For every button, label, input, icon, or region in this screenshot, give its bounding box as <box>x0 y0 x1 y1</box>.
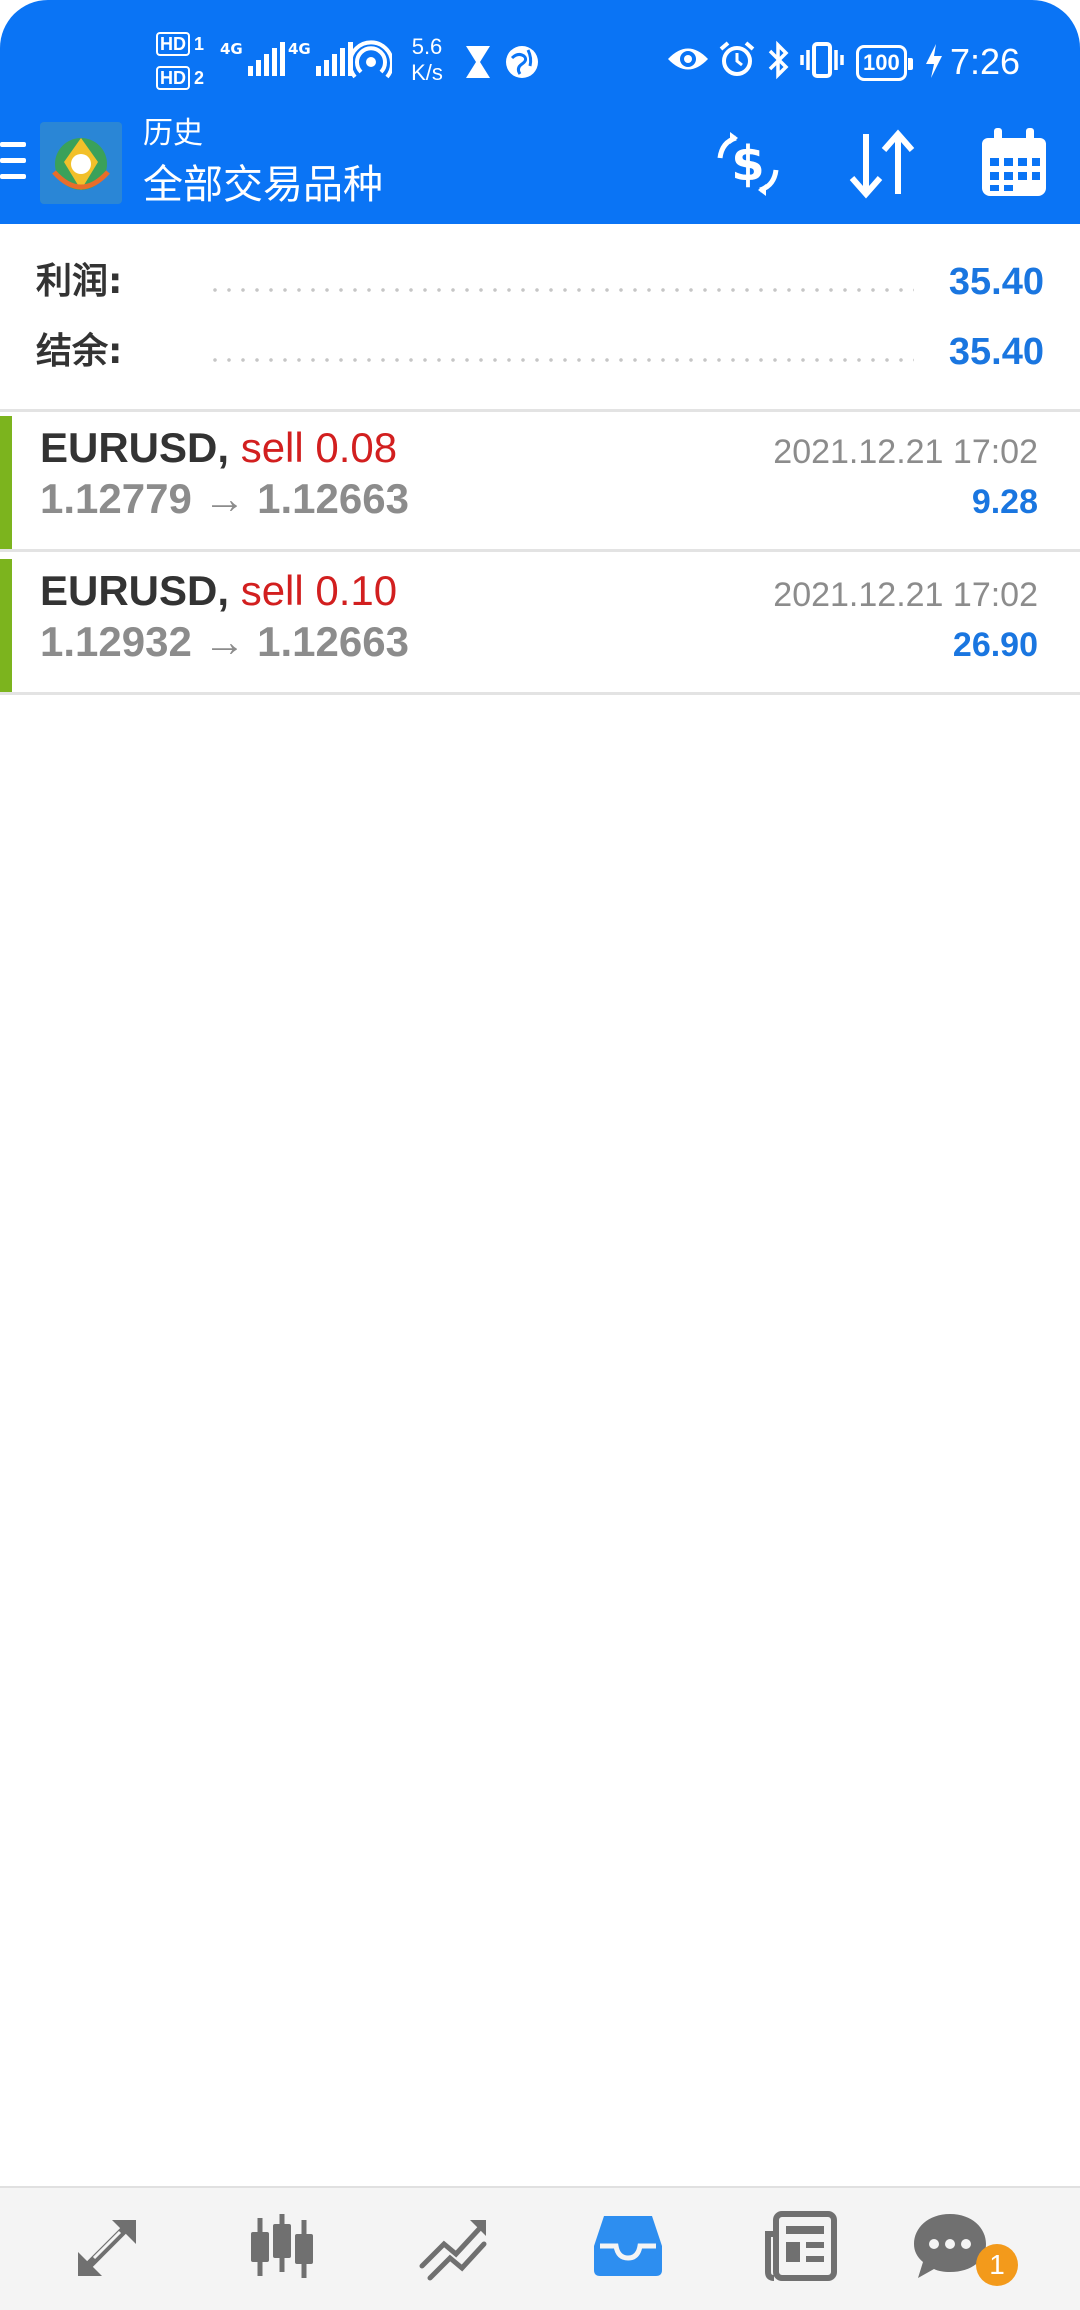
history-icon[interactable] <box>588 2206 668 2286</box>
profit-value: 35.40 <box>948 261 1044 303</box>
page-subtitle: 历史 <box>143 116 203 151</box>
vibrate-icon <box>800 42 844 78</box>
status-bar: HD 1 HD 2 4G 4G 5.6 K/s 100 7:26 <box>0 0 1080 120</box>
charging-icon <box>926 44 942 78</box>
chart-icon[interactable] <box>242 2206 322 2286</box>
trade-row[interactable]: EURUSD, sell 0.08 1.12779 → 1.12663 2021… <box>0 412 1080 552</box>
trade-time: 2021.12.21 17:02 <box>773 576 1038 614</box>
balance-label: 结余: <box>36 331 123 372</box>
hd1-indicator: HD 1 <box>156 32 204 56</box>
trade-time: 2021.12.21 17:02 <box>773 433 1038 471</box>
trade-profit: 9.28 <box>971 483 1038 521</box>
trade-prices: 1.12932 → 1.12663 <box>40 618 409 665</box>
hotspot-icon <box>350 40 392 79</box>
trade-row[interactable]: EURUSD, sell 0.10 1.12932 → 1.12663 2021… <box>0 555 1080 695</box>
balance-value: 35.40 <box>948 331 1044 373</box>
summary-panel: 利润: 35.40 结余: 35.40 <box>0 224 1080 410</box>
bottom-navigation <box>0 2186 1080 2310</box>
trade-side-volume: sell 0.08 <box>240 424 398 471</box>
trade-icon[interactable] <box>414 2206 494 2286</box>
eye-icon <box>668 48 708 70</box>
svg-text:$: $ <box>731 136 764 192</box>
trade-symbol: EURUSD, <box>40 424 230 471</box>
bluetooth-icon <box>768 40 789 80</box>
menu-icon[interactable] <box>0 142 26 180</box>
balance-row: 结余: 35.40 <box>36 322 1044 382</box>
trade-profit: 26.90 <box>952 626 1038 664</box>
hd2-indicator: HD 2 <box>156 66 204 90</box>
alarm-icon <box>719 41 755 76</box>
app-logo[interactable] <box>40 122 122 204</box>
trade-title: EURUSD, sell 0.08 <box>40 420 397 476</box>
trade-type-marker <box>0 416 12 552</box>
vpn-globe-icon <box>506 46 538 78</box>
hourglass-icon <box>466 46 490 78</box>
row-divider <box>0 692 1080 695</box>
trade-symbol: EURUSD, <box>40 567 230 614</box>
trade-type-marker <box>0 559 12 695</box>
trade-title: EURUSD, sell 0.10 <box>40 563 397 619</box>
toolbar: 历史 全部交易品种 $ <box>0 110 1080 224</box>
sort-icon[interactable] <box>842 124 922 204</box>
dotted-leader <box>208 358 914 362</box>
chat-badge: 1 <box>976 2244 1018 2286</box>
news-icon[interactable] <box>762 2206 842 2286</box>
signal-1-icon: 4G <box>220 40 285 76</box>
battery-indicator: 100 <box>856 45 913 81</box>
quotes-icon[interactable] <box>68 2206 148 2286</box>
row-divider <box>0 549 1080 552</box>
dotted-leader <box>208 288 914 292</box>
profit-row: 利润: 35.40 <box>36 252 1044 312</box>
currency-exchange-icon[interactable]: $ <box>708 124 788 204</box>
page-title[interactable]: 全部交易品种 <box>143 160 383 210</box>
metatrader-logo-icon <box>40 122 122 204</box>
network-speed: 5.6 K/s <box>411 34 443 85</box>
trade-side-volume: sell 0.10 <box>240 567 398 614</box>
status-clock: 7:26 <box>950 41 1021 82</box>
calendar-icon[interactable] <box>974 124 1054 204</box>
trade-prices: 1.12779 → 1.12663 <box>40 475 409 522</box>
signal-2-icon: 4G <box>288 40 353 76</box>
app-header: HD 1 HD 2 4G 4G 5.6 K/s 100 7:26 历史 全部交易… <box>0 0 1080 224</box>
profit-label: 利润: <box>36 261 123 302</box>
